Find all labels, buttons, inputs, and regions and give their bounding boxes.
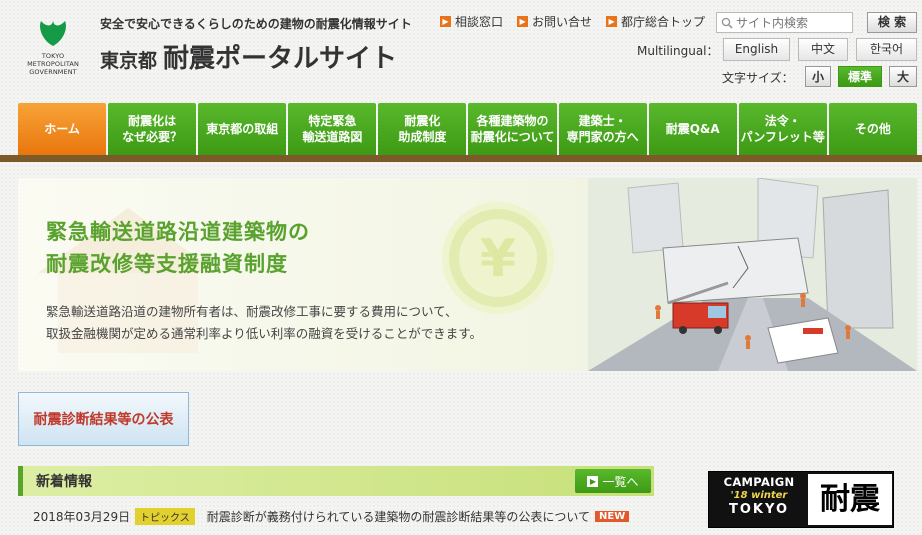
logo-text-1: TOKYO (41, 52, 65, 60)
logo-text-3: GOVERNMENT (29, 68, 77, 76)
lang-chinese-button[interactable]: 中文 (798, 38, 848, 61)
contact-link-label: お問い合せ (532, 15, 593, 29)
top-links: ▶ 相談窓口 ▶ お問い合せ ▶ 都庁総合トップ (440, 13, 705, 30)
search-icon (721, 17, 733, 29)
seismic-results-banner[interactable]: 耐震診断結果等の公表 (18, 392, 189, 446)
news-date: 2018年03月29日 (33, 509, 131, 524)
font-size-small-button[interactable]: 小 (805, 66, 831, 87)
campaign-line3: TOKYO (729, 502, 789, 517)
font-size-label: 文字サイズ： (722, 71, 794, 85)
svg-text:¥: ¥ (480, 229, 516, 289)
font-size-large-button[interactable]: 大 (889, 66, 917, 87)
metro-top-link-label: 都庁総合トップ (621, 15, 706, 29)
logo-text-2: METROPOLITAN (27, 60, 79, 68)
site-tagline: 安全で安心できるくらしのための建物の耐震化情報サイト (100, 17, 412, 31)
lang-english-button[interactable]: English (723, 38, 790, 61)
news-all-label: 一覧へ (602, 474, 639, 489)
hero-title-line1: 緊急輸送道路沿道建築物の (46, 220, 310, 244)
yen-coin-icon: ¥ (442, 202, 554, 314)
ginkgo-leaf-icon (36, 16, 70, 50)
metro-top-link[interactable]: ▶ 都庁総合トップ (606, 13, 705, 30)
nav-emergency-roads[interactable]: 特定緊急 輸送道路図 (288, 103, 377, 155)
hero-desc-line1: 緊急輸送道路沿道の建物所有者は、耐震改修工事に要する費用について、 (46, 304, 458, 319)
news-heading-label: 新着情報 (36, 474, 92, 490)
multilingual-label: Multilingual： (637, 44, 719, 58)
nav-qa[interactable]: 耐震Q&A (648, 103, 737, 155)
nav-laws-pamphlets[interactable]: 法令・ パンフレット等 (738, 103, 827, 155)
arrow-right-icon: ▶ (440, 16, 451, 27)
nav-why-needed[interactable]: 耐震化は なぜ必要？ (108, 103, 197, 155)
earthquake-street-illustration (588, 178, 917, 371)
news-all-button[interactable]: ▶ 一覧へ (575, 469, 651, 493)
campaign-line2: '18 winter (730, 490, 788, 501)
nav-home[interactable]: ホーム (18, 103, 107, 155)
news-title-link[interactable]: 耐震診断が義務付けられている建築物の耐震診断結果等の公表について (207, 508, 590, 525)
arrow-right-icon: ▶ (517, 16, 529, 27)
consultation-link-label: 相談窓口 (455, 15, 504, 29)
campaign-text: CAMPAIGN '18 winter TOKYO (713, 475, 805, 517)
search-box (716, 12, 853, 33)
contact-link[interactable]: ▶ お問い合せ (517, 13, 592, 30)
hero-banner[interactable]: ¥ 緊急輸送道路沿道建築物の 耐震改修等支援融資制度 緊急輸送道路沿道の建物所有… (18, 178, 917, 371)
campaign-line1: CAMPAIGN (723, 475, 795, 489)
site-title-sub: 東京都 (100, 50, 158, 72)
news-category-badge: トピックス (135, 507, 195, 525)
site-title[interactable]: 東京都 耐震ポータルサイト (100, 38, 397, 75)
news-item[interactable]: 2018年03月29日 トピックス 耐震診断が義務付けられている建築物の耐震診断… (18, 506, 654, 526)
nav-building-types[interactable]: 各種建築物の 耐震化について (468, 103, 557, 155)
hero-desc-line2: 取扱金融機関が定める通常利率より低い利率の融資を受けることができます。 (46, 326, 483, 341)
hero-description: 緊急輸送道路沿道の建物所有者は、耐震改修工事に要する費用について、 取扱金融機関… (46, 301, 482, 345)
nav-tokyo-efforts[interactable]: 東京都の取組 (198, 103, 287, 155)
hero-title: 緊急輸送道路沿道建築物の 耐震改修等支援融資制度 (46, 216, 310, 280)
nav-architects[interactable]: 建築士・ 専門家の方へ (558, 103, 647, 155)
new-badge: NEW (595, 510, 630, 522)
tokyo-logo[interactable]: TOKYO METROPOLITAN GOVERNMENT (18, 12, 88, 76)
search-input[interactable] (736, 15, 846, 30)
arrow-right-icon: ▶ (606, 16, 618, 27)
consultation-link[interactable]: ▶ 相談窓口 (440, 13, 503, 30)
site-title-main: 耐震ポータルサイト (163, 44, 398, 74)
nav-other[interactable]: その他 (828, 103, 917, 155)
campaign-kanji: 耐震 (808, 474, 892, 525)
news-heading: 新着情報 (18, 466, 654, 496)
search-button[interactable]: 検 索 (867, 12, 917, 33)
campaign-banner[interactable]: CAMPAIGN '18 winter TOKYO 耐震 (708, 471, 894, 528)
nav-subsidy[interactable]: 耐震化 助成制度 (378, 103, 467, 155)
nav-divider-bar (0, 155, 922, 162)
arrow-right-icon: ▶ (587, 475, 599, 487)
font-size-standard-button[interactable]: 標準 (838, 66, 882, 87)
lang-korean-button[interactable]: 한국어 (856, 38, 917, 61)
global-nav: ホーム 耐震化は なぜ必要？ 東京都の取組 特定緊急 輸送道路図 耐震化 助成制… (18, 103, 917, 155)
hero-title-line2: 耐震改修等支援融資制度 (46, 252, 288, 276)
